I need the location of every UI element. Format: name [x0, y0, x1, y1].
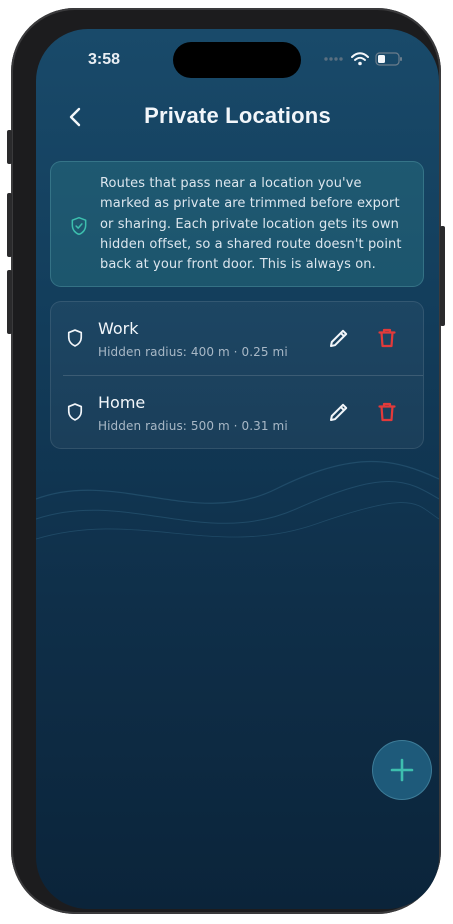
phone-frame: 3:58 Private Locations Routes that pass … — [7, 8, 445, 914]
location-radius: Hidden radius: 500 m · 0.31 mi — [98, 419, 288, 433]
list-item[interactable]: Work Hidden radius: 400 m · 0.25 mi — [51, 302, 423, 375]
status-time: 3:58 — [88, 51, 121, 68]
status-icons — [323, 49, 403, 69]
shield-icon — [67, 329, 83, 347]
power-button — [440, 226, 445, 326]
privacy-info-card: Routes that pass near a location you've … — [50, 161, 424, 287]
wifi-icon — [351, 52, 369, 66]
shield-check-icon — [71, 216, 87, 236]
battery-icon — [375, 52, 402, 66]
volume-down-button — [7, 270, 12, 334]
pencil-icon[interactable] — [327, 326, 351, 350]
location-name: Work — [98, 319, 139, 338]
dynamic-island — [173, 42, 301, 78]
header: Private Locations — [36, 101, 439, 137]
action-button — [7, 130, 12, 164]
trash-icon[interactable] — [375, 400, 399, 424]
plus-icon — [390, 758, 414, 782]
pencil-icon[interactable] — [327, 400, 351, 424]
private-locations-list: Work Hidden radius: 400 m · 0.25 mi Home — [50, 301, 424, 449]
shield-icon — [67, 403, 83, 421]
list-item[interactable]: Home Hidden radius: 500 m · 0.31 mi — [51, 376, 423, 449]
signal-dots-icon — [324, 57, 343, 61]
trash-icon[interactable] — [375, 326, 399, 350]
app-screen: 3:58 Private Locations Routes that pass … — [36, 29, 439, 909]
location-name: Home — [98, 393, 146, 412]
privacy-info-text: Routes that pass near a location you've … — [100, 176, 402, 273]
page-title: Private Locations — [144, 103, 331, 128]
location-radius: Hidden radius: 400 m · 0.25 mi — [98, 345, 288, 359]
volume-up-button — [7, 193, 12, 257]
add-location-button[interactable] — [372, 740, 432, 800]
